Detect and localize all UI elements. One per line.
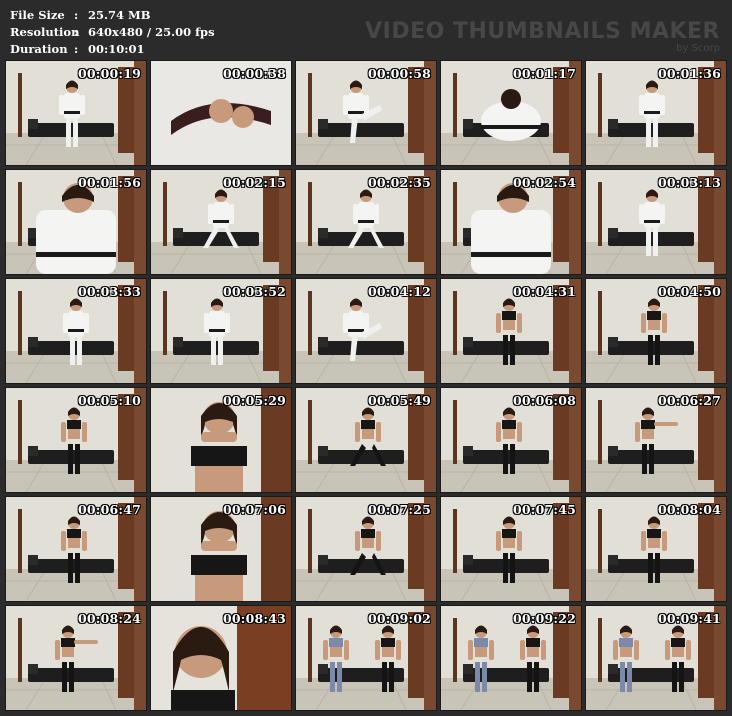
video-thumbnail[interactable]: 00:09:41: [585, 605, 727, 711]
video-thumbnail[interactable]: 00:08:04: [585, 496, 727, 602]
video-thumbnail[interactable]: 00:06:47: [5, 496, 147, 602]
video-thumbnail[interactable]: 00:06:27: [585, 387, 727, 493]
thumbnail-timestamp: 00:03:33: [77, 284, 141, 299]
file-size-row: File Size : 25.74 MB: [10, 8, 151, 22]
thumbnail-timestamp: 00:08:43: [222, 611, 286, 626]
video-thumbnail[interactable]: 00:00:58: [295, 60, 437, 166]
video-thumbnail[interactable]: 00:00:19: [5, 60, 147, 166]
brand-subtitle: by Scorp: [676, 43, 720, 54]
video-thumbnail[interactable]: 00:02:35: [295, 169, 437, 275]
thumbnail-timestamp: 00:01:36: [657, 66, 721, 81]
video-thumbnail[interactable]: 00:05:29: [150, 387, 292, 493]
thumbnail-timestamp: 00:06:47: [77, 502, 141, 517]
video-thumbnail[interactable]: 00:07:45: [440, 496, 582, 602]
thumbnail-timestamp: 00:03:13: [657, 175, 721, 190]
thumbnail-grid: 00:00:19 00:00:38 00:00:58 00:01:17 00:01…: [5, 60, 727, 711]
thumbnail-timestamp: 00:07:45: [512, 502, 576, 517]
video-thumbnail[interactable]: 00:09:22: [440, 605, 582, 711]
video-thumbnail[interactable]: 00:01:36: [585, 60, 727, 166]
video-thumbnail[interactable]: 00:04:50: [585, 278, 727, 384]
thumbnail-timestamp: 00:06:08: [512, 393, 576, 408]
brand-title: VIDEO THUMBNAILS MAKER: [365, 19, 720, 44]
thumbnail-timestamp: 00:00:38: [222, 66, 286, 81]
thumbnail-timestamp: 00:04:12: [367, 284, 431, 299]
thumbnail-timestamp: 00:06:27: [657, 393, 721, 408]
thumbnail-timestamp: 00:01:17: [512, 66, 576, 81]
video-thumbnail[interactable]: 00:01:17: [440, 60, 582, 166]
video-thumbnail[interactable]: 00:05:10: [5, 387, 147, 493]
thumbnail-timestamp: 00:02:35: [367, 175, 431, 190]
thumbnail-timestamp: 00:05:49: [367, 393, 431, 408]
duration-value: 00:10:01: [88, 42, 145, 56]
thumbnail-timestamp: 00:09:02: [367, 611, 431, 626]
thumbnail-timestamp: 00:09:41: [657, 611, 721, 626]
thumbnail-timestamp: 00:07:06: [222, 502, 286, 517]
resolution-row: Resolution : 640x480 / 25.00 fps: [10, 25, 215, 39]
video-thumbnail[interactable]: 00:08:43: [150, 605, 292, 711]
video-thumbnail[interactable]: 00:03:33: [5, 278, 147, 384]
thumbnail-timestamp: 00:05:10: [77, 393, 141, 408]
file-info-panel: File Size : 25.74 MB Resolution : 640x48…: [10, 7, 215, 58]
file-size-label: File Size: [10, 8, 65, 22]
video-thumbnail[interactable]: 00:08:24: [5, 605, 147, 711]
thumbnail-timestamp: 00:00:58: [367, 66, 431, 81]
thumbnail-timestamp: 00:09:22: [512, 611, 576, 626]
file-size-value: 25.74 MB: [88, 8, 151, 22]
thumbnail-timestamp: 00:07:25: [367, 502, 431, 517]
thumbnail-timestamp: 00:00:19: [77, 66, 141, 81]
resolution-value: 640x480 / 25.00 fps: [88, 25, 215, 39]
brand-watermark: VIDEO THUMBNAILS MAKER by Scorp: [365, 19, 720, 55]
resolution-label: Resolution: [10, 25, 80, 39]
video-thumbnail[interactable]: 00:02:54: [440, 169, 582, 275]
thumbnail-timestamp: 00:05:29: [222, 393, 286, 408]
video-thumbnail[interactable]: 00:03:13: [585, 169, 727, 275]
thumbnail-timestamp: 00:01:56: [77, 175, 141, 190]
video-thumbnail[interactable]: 00:06:08: [440, 387, 582, 493]
thumbnail-timestamp: 00:03:52: [222, 284, 286, 299]
duration-row: Duration : 00:10:01: [10, 42, 145, 56]
thumbnail-timestamp: 00:08:04: [657, 502, 721, 517]
video-thumbnail[interactable]: 00:01:56: [5, 169, 147, 275]
video-thumbnail[interactable]: 00:03:52: [150, 278, 292, 384]
video-thumbnail[interactable]: 00:07:06: [150, 496, 292, 602]
thumbnail-timestamp: 00:04:50: [657, 284, 721, 299]
thumbnail-timestamp: 00:02:54: [512, 175, 576, 190]
video-thumbnail[interactable]: 00:04:31: [440, 278, 582, 384]
video-thumbnail[interactable]: 00:05:49: [295, 387, 437, 493]
thumbnail-timestamp: 00:04:31: [512, 284, 576, 299]
duration-label: Duration: [10, 42, 68, 56]
video-thumbnail[interactable]: 00:07:25: [295, 496, 437, 602]
thumbnail-timestamp: 00:02:15: [222, 175, 286, 190]
video-thumbnail[interactable]: 00:09:02: [295, 605, 437, 711]
thumbnail-timestamp: 00:08:24: [77, 611, 141, 626]
video-thumbnail[interactable]: 00:04:12: [295, 278, 437, 384]
video-thumbnail[interactable]: 00:02:15: [150, 169, 292, 275]
video-thumbnail[interactable]: 00:00:38: [150, 60, 292, 166]
